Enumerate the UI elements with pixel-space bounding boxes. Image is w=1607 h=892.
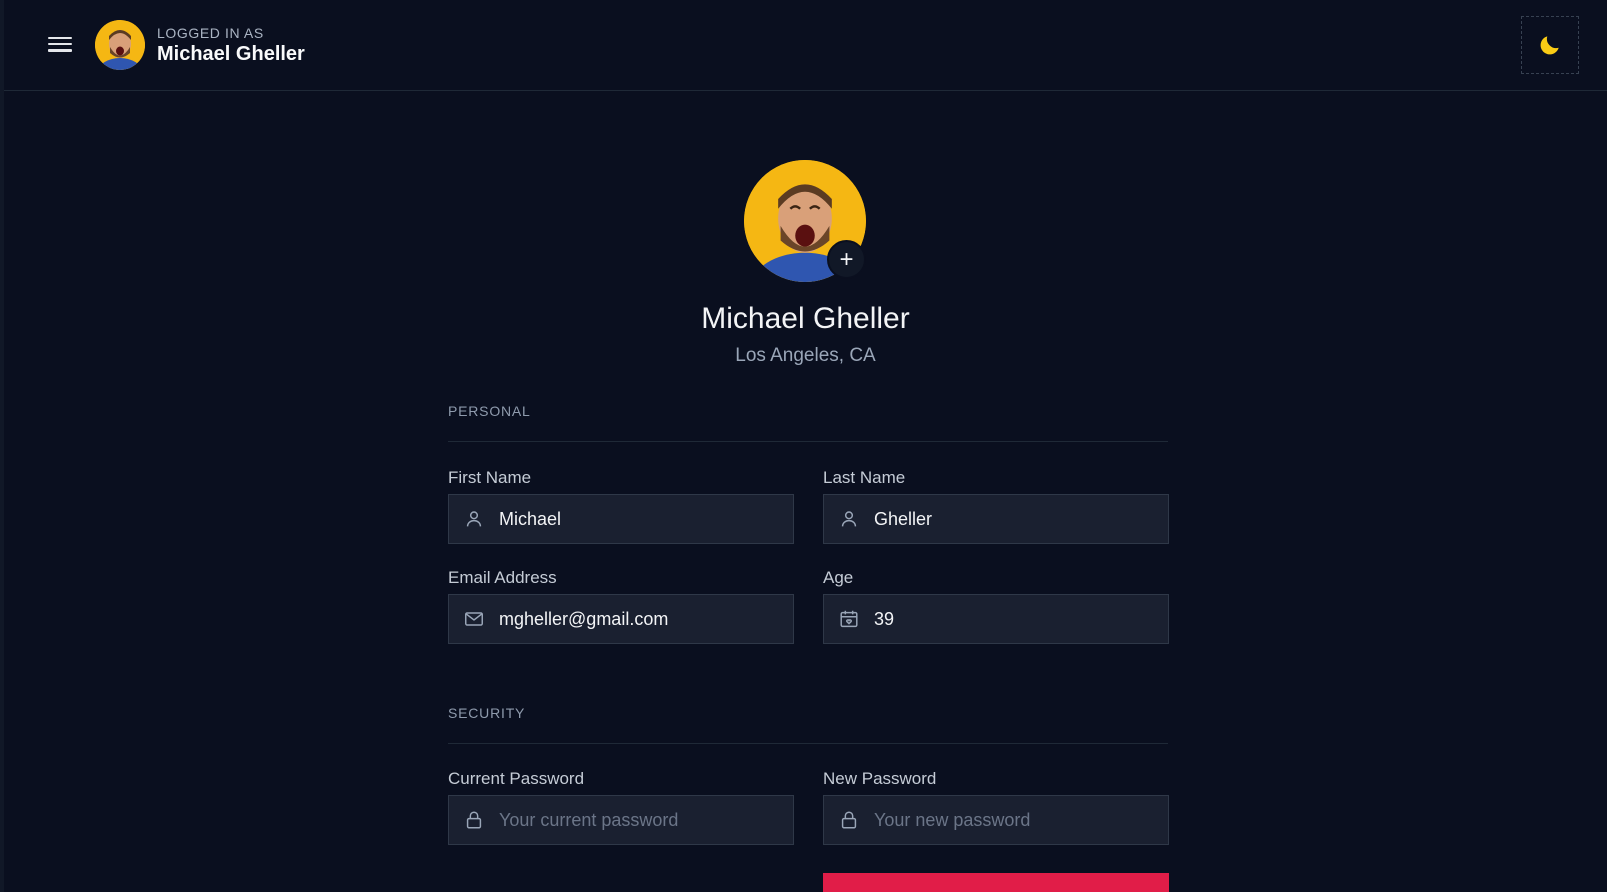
email-input-box[interactable] (448, 594, 794, 644)
first-name-field: First Name (448, 468, 794, 544)
current-password-input-box[interactable] (448, 795, 794, 845)
profile-name: Michael Gheller (701, 302, 910, 335)
save-button[interactable] (823, 873, 1169, 892)
profile-location: Los Angeles, CA (735, 345, 876, 366)
first-name-input[interactable] (499, 508, 779, 530)
profile-avatar-container: + (744, 160, 866, 282)
age-input-box[interactable] (823, 594, 1169, 644)
mail-icon (465, 612, 483, 626)
first-name-label: First Name (448, 468, 532, 487)
last-name-input[interactable] (874, 508, 1154, 530)
lock-icon (466, 811, 482, 829)
section-title-personal: PERSONAL (448, 403, 1168, 442)
lock-icon (841, 811, 857, 829)
new-password-label: New Password (823, 769, 937, 788)
email-input[interactable] (499, 608, 779, 630)
age-input[interactable] (874, 608, 1154, 630)
current-password-label: Current Password (448, 769, 585, 788)
moon-icon (1540, 36, 1559, 55)
header-avatar[interactable] (95, 20, 145, 70)
hamburger-menu-icon[interactable] (48, 33, 72, 57)
new-password-input[interactable] (874, 809, 1154, 831)
new-password-field: New Password (823, 769, 1169, 845)
theme-toggle-button[interactable] (1521, 16, 1579, 74)
logged-in-label: LOGGED IN AS (157, 25, 264, 41)
header-user-info: LOGGED IN AS Michael Gheller (157, 25, 305, 66)
logged-in-user-name: Michael Gheller (157, 43, 305, 65)
last-name-label: Last Name (823, 468, 906, 487)
age-field: Age (823, 568, 1169, 644)
last-name-input-box[interactable] (823, 494, 1169, 544)
new-password-input-box[interactable] (823, 795, 1169, 845)
current-password-field: Current Password (448, 769, 794, 845)
user-icon (466, 511, 482, 527)
plus-icon: + (839, 245, 854, 273)
current-password-input[interactable] (499, 809, 779, 831)
last-name-field: Last Name (823, 468, 1169, 544)
add-photo-button[interactable]: + (827, 240, 866, 279)
email-field: Email Address (448, 568, 794, 644)
email-label: Email Address (448, 568, 557, 587)
user-icon (841, 511, 857, 527)
profile-page: LOGGED IN AS Michael Gheller + Michael G… (0, 0, 1607, 892)
first-name-input-box[interactable] (448, 494, 794, 544)
section-title-security: SECURITY (448, 705, 1168, 744)
age-label: Age (823, 568, 854, 587)
calendar-icon (840, 610, 858, 628)
top-bar: LOGGED IN AS Michael Gheller (4, 0, 1607, 91)
